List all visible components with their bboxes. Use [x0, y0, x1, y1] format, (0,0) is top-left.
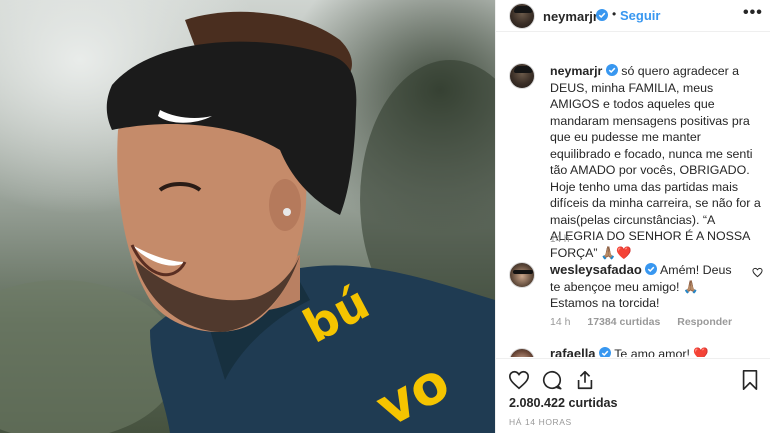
- comment-meta: 14 h 17384 curtidas Responder: [550, 316, 746, 328]
- reply-button[interactable]: Responder: [677, 316, 732, 328]
- comment-likes[interactable]: 17384 curtidas: [587, 316, 660, 328]
- caption-timestamp[interactable]: 14 h: [550, 234, 569, 245]
- more-options-button[interactable]: •••: [743, 4, 763, 22]
- post-likes-count[interactable]: 2.080.422 curtidas: [509, 396, 618, 410]
- heart-outline-icon[interactable]: [508, 369, 530, 391]
- post-header: neymarjr • Seguir •••: [496, 0, 770, 32]
- post-photo[interactable]: bú vo: [0, 0, 495, 433]
- post-caption: neymarjr só quero agradecer a DEUS, minh…: [550, 63, 764, 261]
- post-action-bar: 2.080.422 curtidas HÁ 14 HORAS: [496, 358, 770, 433]
- follow-button[interactable]: Seguir: [620, 8, 660, 23]
- author-username[interactable]: neymarjr: [543, 9, 598, 24]
- comment-like-icon[interactable]: [752, 267, 763, 278]
- caption-username[interactable]: neymarjr: [550, 64, 602, 78]
- verified-badge-icon: [645, 263, 658, 275]
- comment-text: Te amo amor! ❤️: [614, 347, 709, 357]
- comment-username[interactable]: rafaella: [550, 346, 596, 357]
- comment-timestamp[interactable]: 14 h: [550, 316, 570, 328]
- verified-badge-icon: [596, 9, 608, 21]
- header-separator: •: [612, 7, 617, 21]
- comment-username[interactable]: wesleysafadao: [550, 262, 642, 277]
- comment-item: rafaella Te amo amor! ❤️: [496, 345, 770, 357]
- comment-bubble-icon[interactable]: [541, 369, 563, 391]
- comment-body: rafaella Te amo amor! ❤️: [550, 346, 740, 357]
- earring: [283, 208, 291, 216]
- athlete-photo-illustration: bú vo: [0, 11, 495, 433]
- bookmark-icon[interactable]: [739, 369, 761, 391]
- verified-badge-icon: [599, 347, 611, 357]
- post-details-panel: neymarjr • Seguir ••• neymarjr só quero …: [495, 0, 770, 433]
- comment-body: wesleysafadao Amém! Deus te abençoe meu …: [550, 262, 740, 312]
- author-avatar[interactable]: [509, 3, 535, 29]
- caption-text: só quero agradecer a DEUS, minha FAMILIA…: [550, 64, 761, 260]
- commenter-avatar[interactable]: [509, 348, 535, 357]
- share-icon[interactable]: [574, 369, 596, 391]
- caption-author-avatar[interactable]: [509, 63, 535, 89]
- post-time-ago[interactable]: HÁ 14 HORAS: [509, 417, 572, 427]
- verified-badge-icon: [605, 64, 618, 76]
- commenter-avatar[interactable]: [509, 262, 535, 288]
